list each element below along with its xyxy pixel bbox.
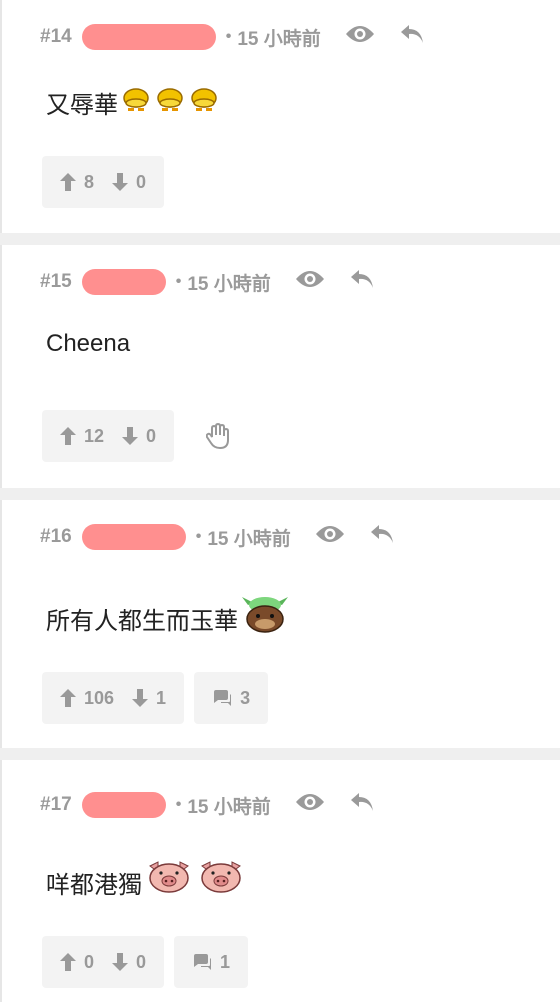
downvote-button[interactable]: 1 — [132, 688, 166, 709]
vote-box: 8 0 — [42, 156, 165, 208]
eye-icon[interactable] — [295, 792, 325, 818]
upvote-count: 8 — [84, 171, 95, 192]
comments-icon — [214, 690, 232, 706]
eye-icon[interactable] — [315, 524, 345, 550]
upvote-button[interactable]: 106 — [60, 688, 114, 709]
meta-separator: • — [195, 528, 202, 545]
meta-separator: • — [175, 273, 182, 290]
arrow-up-icon — [60, 953, 76, 971]
vote-bar: 106 1 3 — [42, 672, 278, 724]
comments-button[interactable]: 1 — [174, 936, 249, 988]
reply-icon[interactable] — [369, 523, 395, 551]
post-time: 15 小時前 — [187, 273, 271, 295]
post-15: #15 • 15 小時前 Cheena 12 0 — [0, 245, 560, 488]
post-number: #14 — [40, 26, 72, 47]
hand-stop-icon[interactable] — [206, 410, 230, 462]
upvote-button[interactable]: 0 — [60, 952, 94, 973]
arrow-up-icon — [60, 427, 76, 445]
post-text: 所有人都生而玉華 — [46, 608, 238, 635]
post-time: 15 小時前 — [187, 796, 271, 818]
eye-icon[interactable] — [295, 269, 325, 295]
post-number: #15 — [40, 271, 72, 292]
reply-icon[interactable] — [349, 791, 375, 819]
post-text: Cheena — [46, 330, 131, 357]
arrow-down-icon — [112, 173, 129, 191]
vote-box: 0 0 — [42, 936, 165, 988]
post-14: #14 • 15 小時前 又辱華 8 0 — [0, 0, 560, 233]
horned-monster-icon — [240, 595, 290, 642]
vote-bar: 8 0 — [42, 156, 174, 208]
post-time: 15 小時前 — [237, 28, 321, 50]
pig-icon — [196, 860, 246, 905]
comment-thread: #14 • 15 小時前 又辱華 8 0 #15 • 15 小時前 Cheena… — [0, 0, 560, 1002]
vote-box: 12 0 — [42, 410, 175, 462]
downvote-count: 1 — [156, 687, 167, 708]
reply-icon[interactable] — [349, 268, 375, 296]
comments-count: 1 — [220, 951, 231, 972]
upvote-count: 106 — [84, 687, 115, 708]
redacted-username[interactable] — [81, 24, 216, 50]
meta-separator: • — [225, 28, 232, 45]
post-meta: #17 • 15 小時前 — [40, 790, 375, 820]
post-16: #16 • 15 小時前 所有人都生而玉華 106 1 3 — [0, 500, 560, 748]
duck-icon — [120, 86, 152, 119]
redacted-username[interactable] — [81, 269, 166, 295]
post-meta: #15 • 15 小時前 — [40, 267, 375, 297]
post-meta: #16 • 15 小時前 — [40, 522, 395, 552]
comments-seg: 1 — [192, 952, 230, 973]
post-meta: #14 • 15 小時前 — [40, 22, 425, 52]
downvote-count: 0 — [136, 171, 147, 192]
vote-bar: 12 0 — [42, 410, 230, 462]
post-number: #17 — [40, 794, 72, 815]
comments-button[interactable]: 3 — [194, 672, 269, 724]
redacted-username[interactable] — [81, 792, 166, 818]
post-17: #17 • 15 小時前 咩都港獨 0 0 1 — [0, 760, 560, 1002]
post-text: 咩都港獨 — [46, 872, 142, 899]
downvote-button[interactable]: 0 — [112, 172, 146, 193]
post-time: 15 小時前 — [207, 528, 291, 550]
post-content: 所有人都生而玉華 — [46, 595, 290, 642]
comments-count: 3 — [240, 687, 251, 708]
post-number: #16 — [40, 526, 72, 547]
post-content: Cheena — [46, 330, 130, 358]
arrow-up-icon — [60, 173, 76, 191]
arrow-down-icon — [132, 689, 149, 707]
duck-icon — [188, 86, 220, 119]
redacted-username[interactable] — [81, 524, 186, 550]
upvote-button[interactable]: 12 — [60, 426, 104, 447]
reply-icon[interactable] — [399, 23, 425, 51]
downvote-count: 0 — [146, 425, 157, 446]
post-content: 咩都港獨 — [46, 860, 246, 905]
post-content: 又辱華 — [46, 85, 220, 120]
pig-icon — [144, 860, 194, 905]
comments-icon — [194, 954, 212, 970]
downvote-count: 0 — [136, 951, 147, 972]
upvote-count: 0 — [84, 951, 95, 972]
duck-icon — [154, 86, 186, 119]
upvote-count: 12 — [84, 425, 105, 446]
downvote-button[interactable]: 0 — [122, 426, 156, 447]
arrow-down-icon — [112, 953, 129, 971]
comments-seg: 3 — [212, 688, 250, 709]
post-text: 又辱華 — [46, 92, 118, 119]
arrow-down-icon — [122, 427, 139, 445]
downvote-button[interactable]: 0 — [112, 952, 146, 973]
eye-icon[interactable] — [345, 24, 375, 50]
upvote-button[interactable]: 8 — [60, 172, 94, 193]
meta-separator: • — [175, 796, 182, 813]
vote-box: 106 1 — [42, 672, 185, 724]
vote-bar: 0 0 1 — [42, 936, 258, 988]
arrow-up-icon — [60, 689, 76, 707]
